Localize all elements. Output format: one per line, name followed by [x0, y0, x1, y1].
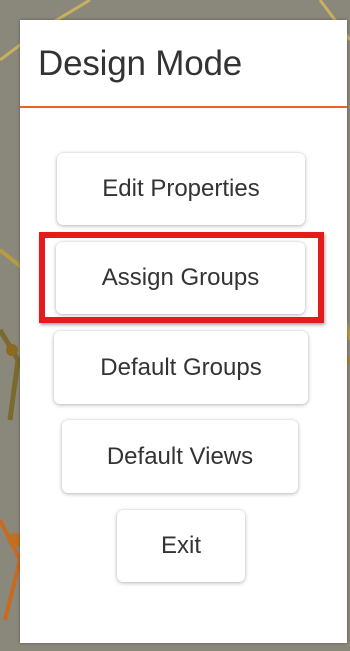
default-views-button[interactable]: Default Views — [62, 420, 298, 493]
panel-header: Design Mode — [20, 20, 347, 108]
default-groups-button[interactable]: Default Groups — [54, 331, 308, 404]
design-mode-panel: Design Mode Edit Properties Assign Group… — [20, 20, 347, 643]
screen: Design Mode Edit Properties Assign Group… — [0, 0, 350, 651]
edit-properties-button[interactable]: Edit Properties — [57, 153, 305, 225]
assign-groups-button[interactable]: Assign Groups — [56, 242, 305, 314]
exit-button[interactable]: Exit — [117, 510, 245, 582]
panel-title: Design Mode — [38, 44, 243, 83]
